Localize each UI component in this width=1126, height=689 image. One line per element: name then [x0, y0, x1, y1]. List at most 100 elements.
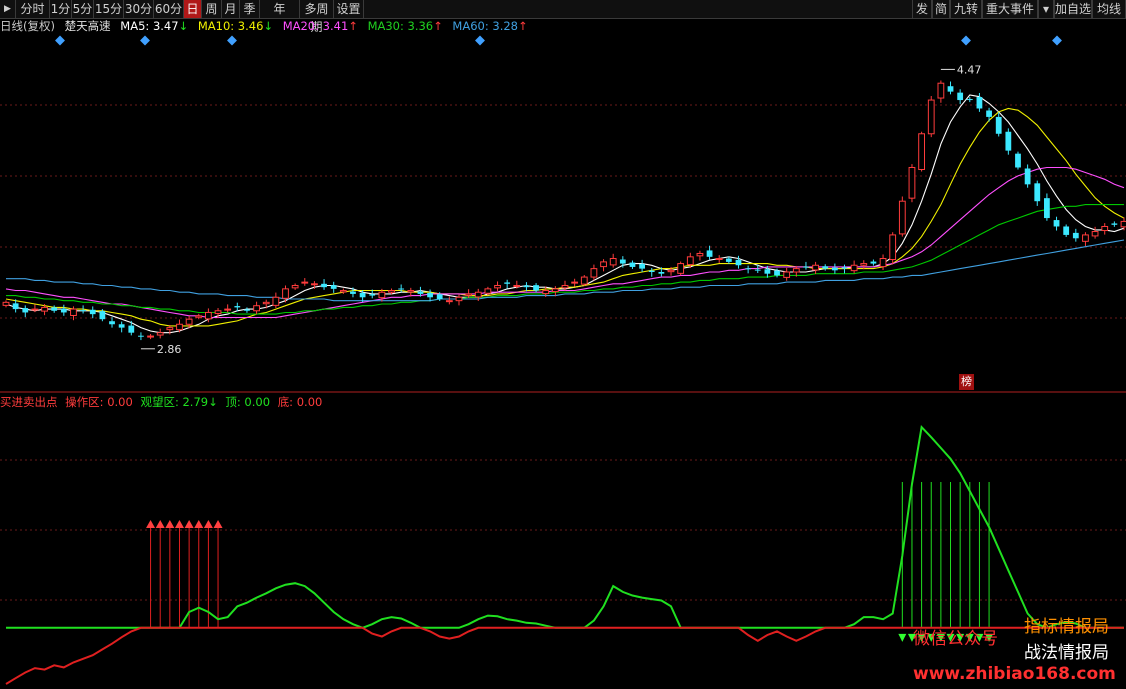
candle-body-48: [465, 293, 473, 296]
event-marker-4[interactable]: [961, 35, 971, 46]
toolbar-right-button-5[interactable]: 加自选: [1054, 0, 1092, 18]
toolbar-right-button-0[interactable]: 发: [912, 0, 932, 18]
candle-body-31: [301, 281, 309, 284]
candle-body-88: [850, 264, 858, 272]
ma5-line: [5, 94, 1125, 334]
candle-body-73: [706, 250, 713, 257]
indicator-name[interactable]: 买进卖出点: [0, 395, 58, 409]
period-tab-6[interactable]: 日: [184, 0, 202, 18]
candle-body-2: [22, 308, 29, 313]
ma60-value: 3.28: [492, 19, 518, 33]
candle-body-23: [224, 308, 232, 311]
candle-body-65: [629, 262, 636, 267]
candle-body-35: [339, 290, 347, 293]
main-chart-canvas: 4.47 2.86: [0, 35, 1126, 685]
period-tab-7[interactable]: 周: [202, 0, 222, 18]
candle-body-58: [561, 284, 569, 289]
chart-toggle-icon[interactable]: ▶: [0, 0, 16, 18]
event-marker-0[interactable]: [55, 35, 65, 46]
candle-body-10: [99, 311, 106, 320]
candle-body-29: [282, 288, 289, 299]
moving-average-lines: [5, 94, 1125, 334]
candle-body-95: [918, 133, 925, 171]
ma5-arrow: ↓: [178, 19, 189, 33]
candle-body-81: [783, 271, 791, 278]
candle-body-27: [262, 301, 270, 305]
candle-body-12: [118, 324, 125, 328]
period-tab-10[interactable]: 年: [260, 0, 300, 18]
period-tab-5[interactable]: 60分: [154, 0, 184, 18]
candle-body-103: [995, 116, 1002, 134]
event-marker-3[interactable]: [475, 35, 485, 46]
ma60-readout: MA60: 3.28↑: [452, 19, 527, 33]
annotation-label-0: 4.47: [957, 63, 982, 76]
event-marker-5[interactable]: [1052, 35, 1062, 46]
candle-body-8: [80, 310, 86, 312]
candle-body-41: [398, 288, 405, 290]
candle-body-89: [860, 263, 868, 266]
buy-signal-arrow-2: [165, 520, 175, 528]
buy-signal-arrow-5: [194, 520, 204, 528]
ma30-value: 3.36: [407, 19, 434, 33]
candle-body-83: [803, 266, 809, 268]
ma20-readout: MA20: 3.41↑: [283, 19, 358, 33]
candle-body-15: [147, 335, 154, 338]
buy-signal-arrow-4: [184, 520, 194, 528]
candle-body-55: [533, 285, 539, 291]
period-tab-9[interactable]: 季: [240, 0, 260, 18]
toolbar-right-button-2[interactable]: 九转: [950, 0, 982, 18]
candle-body-4: [41, 306, 48, 312]
candle-body-100: [966, 99, 973, 101]
period-tab-4[interactable]: 30分: [124, 0, 154, 18]
top-value: 0.00: [244, 395, 271, 409]
candle-body-109: [1053, 220, 1060, 227]
candle-body-94: [908, 166, 916, 199]
candle-body-72: [696, 252, 704, 257]
event-marker-1[interactable]: [140, 35, 150, 46]
candle-body-43: [417, 291, 424, 294]
candle-body-7: [70, 308, 77, 316]
ma60-line: [6, 239, 1125, 302]
candle-body-67: [648, 270, 655, 272]
candle-body-79: [764, 269, 771, 274]
buy-signal-arrow-0: [146, 520, 156, 528]
toolbar-right-button-3[interactable]: 重大事件: [982, 0, 1038, 18]
candle-body-80: [774, 270, 780, 276]
ma20-line: [5, 166, 1125, 319]
candle-body-53: [513, 284, 521, 287]
candle-body-63: [609, 258, 617, 266]
ranking-badge[interactable]: 榜: [959, 374, 974, 390]
ma20-arrow: ↑: [348, 19, 358, 33]
period-tab-0[interactable]: 分时: [16, 0, 50, 18]
ma30-line: [6, 204, 1124, 315]
period-tab-1[interactable]: 1分: [50, 0, 72, 18]
candle-body-25: [244, 309, 250, 311]
candle-body-28: [272, 296, 280, 306]
buy-signal-arrow-3: [174, 520, 184, 528]
event-marker-2[interactable]: [227, 35, 237, 46]
period-tab-8[interactable]: 月: [222, 0, 240, 18]
bottom-label: 底:: [277, 395, 294, 409]
bottom-readout: 底: 0.00: [278, 395, 323, 409]
toolbar-right-button-6[interactable]: 均线: [1092, 0, 1126, 18]
candle-body-11: [109, 321, 115, 325]
stock-name[interactable]: 楚天高速: [65, 19, 111, 33]
candle-body-36: [350, 291, 356, 294]
ma20-label: MA20:: [282, 19, 319, 33]
candle-body-13: [128, 325, 135, 333]
candle-body-6: [60, 308, 67, 313]
top-label: 顶:: [225, 395, 241, 409]
ma30-label: MA30:: [367, 19, 404, 33]
period-tab-2[interactable]: 5分: [72, 0, 94, 18]
candle-body-9: [89, 309, 96, 315]
toolbar-right-button-4[interactable]: ▾: [1038, 0, 1054, 18]
ranking-badge-label: 榜: [961, 375, 972, 388]
toolbar-right-button-1[interactable]: 简: [932, 0, 950, 18]
period-tab-12[interactable]: 设置: [334, 0, 364, 18]
candle-body-114: [1101, 225, 1109, 232]
ma10-readout: MA10: 3.46↓: [198, 19, 273, 33]
period-tab-3[interactable]: 15分: [94, 0, 124, 18]
candle-body-115: [1111, 223, 1118, 225]
candle-body-91: [879, 258, 887, 268]
period-tab-11[interactable]: 多周期: [300, 0, 334, 34]
